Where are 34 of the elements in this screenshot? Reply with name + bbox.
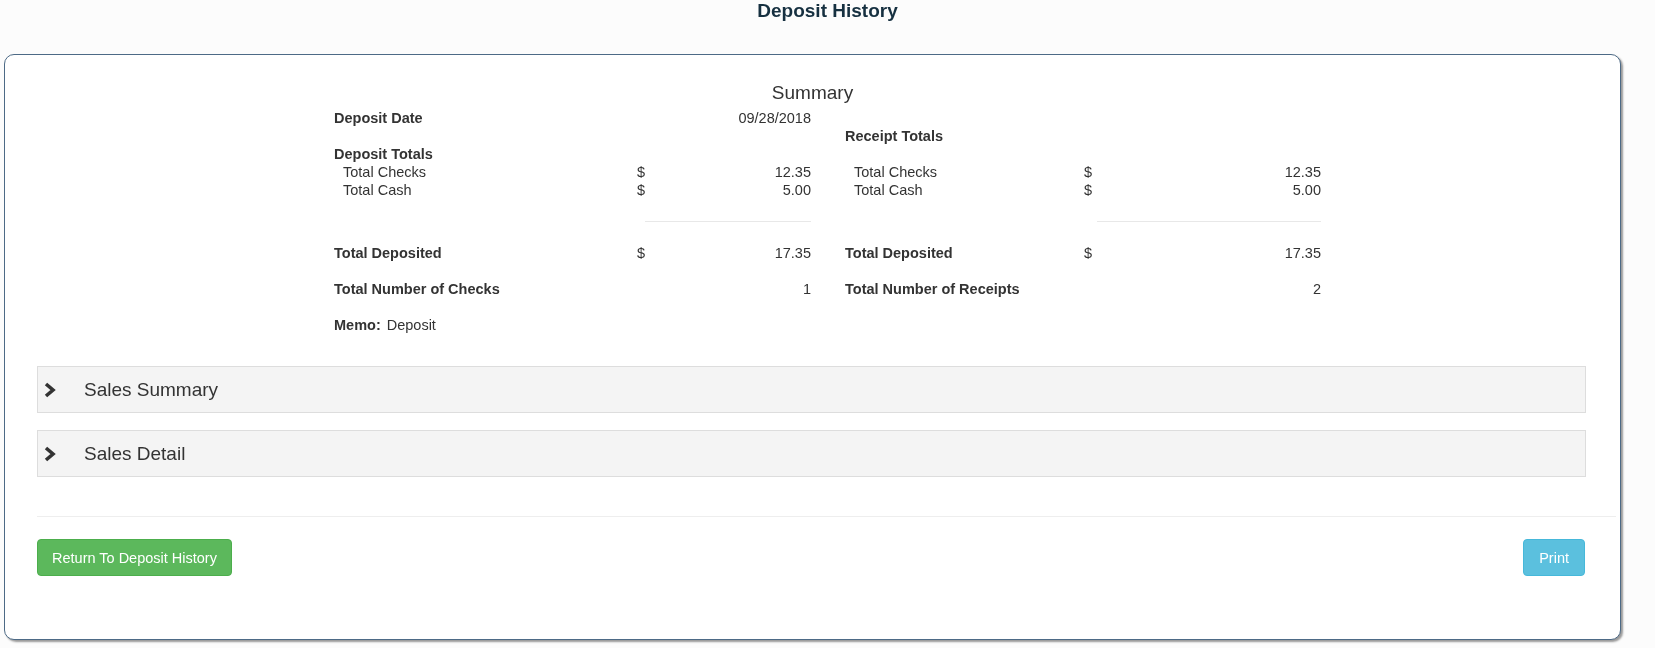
count-value: 2 xyxy=(1311,280,1321,298)
line-label: Total Cash xyxy=(853,181,924,199)
total-label: Total Deposited xyxy=(845,244,954,262)
amount: 5.00 xyxy=(781,181,811,199)
currency-sign: $ xyxy=(637,163,647,181)
section-heading: Receipt Totals xyxy=(845,127,945,145)
line-label: Total Checks xyxy=(342,163,427,181)
memo-value: Deposit xyxy=(386,316,436,334)
count-label: Total Number of Receipts xyxy=(845,280,1021,298)
accordion-header[interactable]: Sales Detail xyxy=(37,430,1586,477)
currency-sign: $ xyxy=(1084,244,1094,262)
amount: 12.35 xyxy=(773,163,811,181)
page-title: Deposit History xyxy=(756,0,899,23)
section-heading: Deposit Totals xyxy=(334,145,434,163)
chevron-icon xyxy=(44,445,56,462)
currency-sign: $ xyxy=(637,181,647,199)
summary-title: Summary xyxy=(770,81,855,105)
field-value: 09/28/2018 xyxy=(737,109,811,127)
currency-sign: $ xyxy=(1084,181,1094,199)
currency-sign: $ xyxy=(1084,163,1094,181)
amount: 5.00 xyxy=(1291,181,1321,199)
total-amount: 17.35 xyxy=(1283,244,1321,262)
chevron-icon xyxy=(44,381,56,398)
accordion-header[interactable]: Sales Summary xyxy=(37,366,1586,413)
amount: 12.35 xyxy=(1283,163,1321,181)
line-label: Total Cash xyxy=(342,181,413,199)
total-label: Total Deposited xyxy=(334,244,443,262)
count-label: Total Number of Checks xyxy=(334,280,501,298)
line-label: Total Checks xyxy=(853,163,938,181)
currency-sign: $ xyxy=(637,244,647,262)
memo-label: Memo: xyxy=(334,316,381,334)
total-amount: 17.35 xyxy=(773,244,811,262)
count-value: 1 xyxy=(801,280,811,298)
field-label: Deposit Date xyxy=(334,109,424,127)
